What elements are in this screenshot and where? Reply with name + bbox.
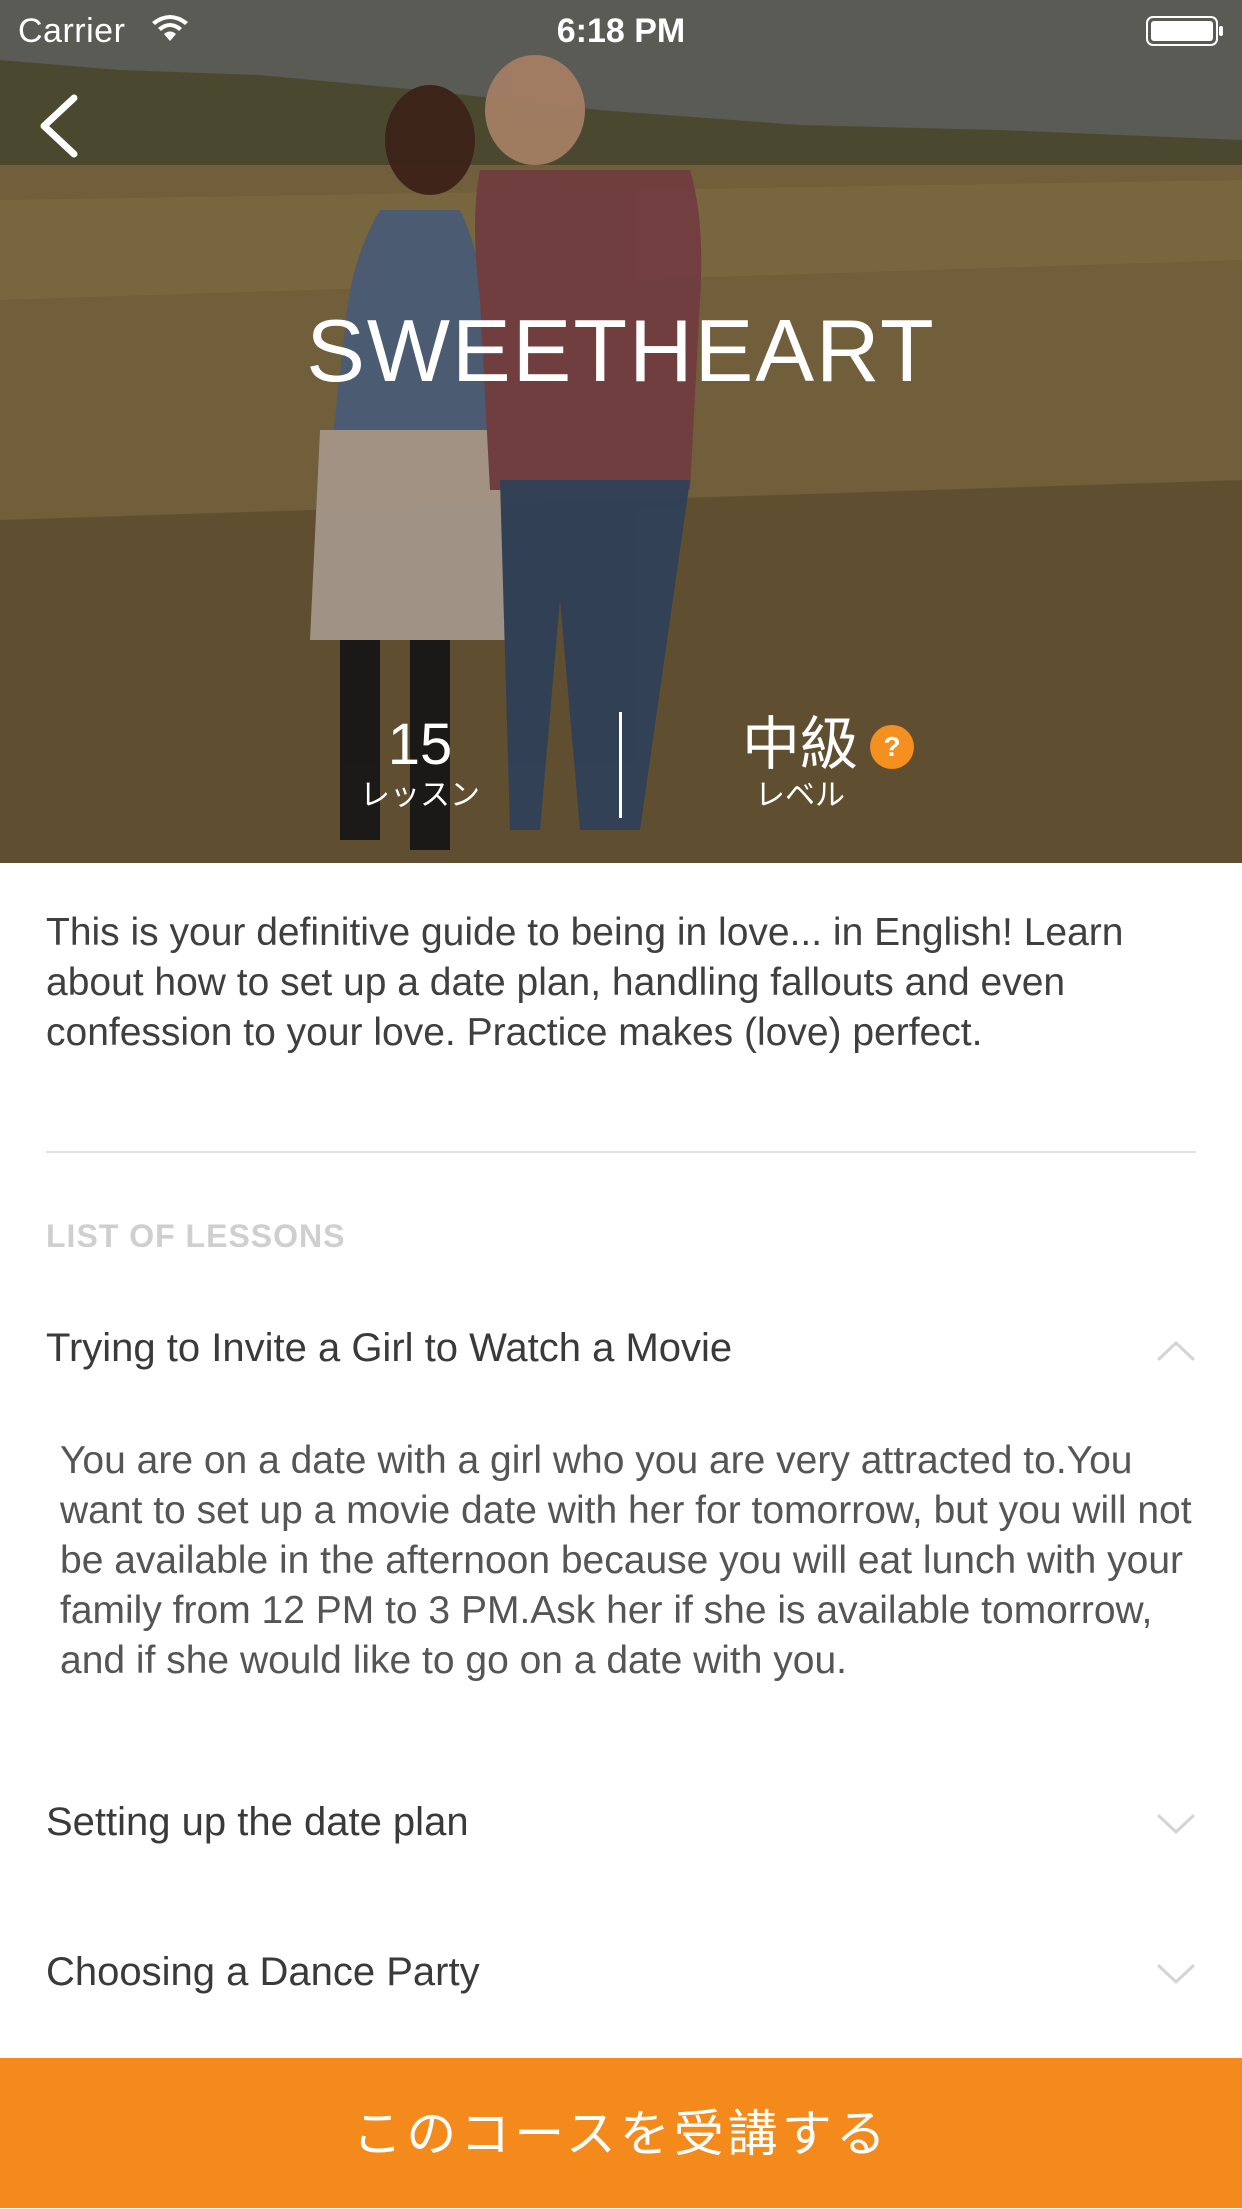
help-icon[interactable]: ? xyxy=(870,725,914,769)
lesson-count-label: レッスン xyxy=(360,779,480,812)
lesson-title: Choosing a Dance Party xyxy=(46,1950,480,1994)
lesson-title: Trying to Invite a Girl to Watch a Movie xyxy=(46,1326,733,1370)
status-bar: Carrier 6:18 PM xyxy=(0,0,1242,60)
lesson-row-1[interactable]: Trying to Invite a Girl to Watch a Movie xyxy=(0,1312,1242,1392)
battery-icon xyxy=(1146,16,1223,46)
chevron-down-icon xyxy=(1157,1964,1195,1984)
chevron-down-icon xyxy=(1157,1814,1195,1834)
course-title: SWEETHEART xyxy=(306,301,936,400)
lesson-1-description: You are on a date with a girl who you ar… xyxy=(60,1439,1192,1682)
chevron-up-icon xyxy=(1157,1341,1195,1361)
lesson-row-3[interactable]: Choosing a Dance Party xyxy=(0,1936,1242,2016)
lesson-count-value: 15 xyxy=(387,712,453,777)
separator xyxy=(46,1151,1196,1153)
enroll-course-button[interactable]: このコースを受講する xyxy=(0,2058,1242,2208)
lessons-section-header: LIST OF LESSONS xyxy=(46,1218,346,1254)
level-label: レベル xyxy=(755,779,845,812)
course-hero: Carrier 6:18 PM SWEETHEART 15 レッスン 中級 レベ… xyxy=(0,0,1242,863)
lesson-title: Setting up the date plan xyxy=(46,1800,469,1844)
back-chevron-icon[interactable] xyxy=(30,90,90,160)
lesson-row-2[interactable]: Setting up the date plan xyxy=(0,1786,1242,1866)
course-description: This is your definitive guide to being i… xyxy=(46,911,1124,1054)
stat-divider xyxy=(619,712,622,818)
lesson-count-stat: 15 レッスン xyxy=(330,712,510,814)
status-time: 6:18 PM xyxy=(556,12,686,50)
